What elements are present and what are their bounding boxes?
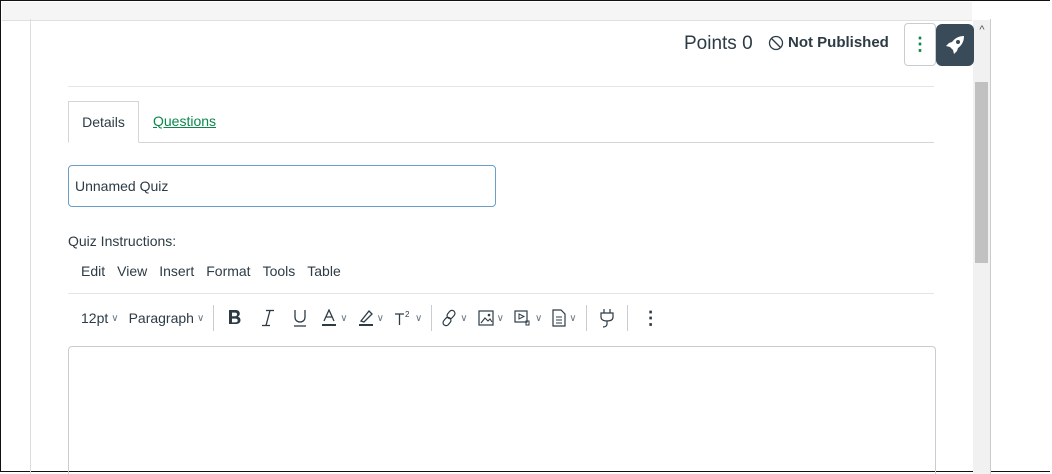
- menu-tools[interactable]: Tools: [263, 263, 296, 279]
- font-size-value: 12pt: [81, 310, 109, 326]
- more-toolbar-button[interactable]: ⋮: [632, 303, 670, 333]
- toolbar-separator: [431, 305, 433, 331]
- svg-text:2: 2: [405, 310, 410, 319]
- chevron-down-icon: ∨: [460, 312, 468, 324]
- editor-toolbar: 12pt ∨ Paragraph ∨ ∨ ∨ 2 ∨ ∨ ∨ ∨ ∨ ⋮: [81, 302, 670, 334]
- points-label: Points: [684, 33, 737, 54]
- menu-format[interactable]: Format: [206, 263, 250, 279]
- tab-questions[interactable]: Questions: [153, 101, 216, 141]
- media-button[interactable]: ∨: [509, 303, 547, 333]
- instructions-editor-area[interactable]: [68, 346, 936, 474]
- underline-button[interactable]: [284, 303, 316, 333]
- quiz-instructions-label: Quiz Instructions:: [68, 233, 177, 249]
- menu-table[interactable]: Table: [307, 263, 340, 279]
- rocket-icon: [943, 33, 967, 57]
- chevron-down-icon: ∨: [376, 312, 384, 324]
- menu-view[interactable]: View: [117, 263, 147, 279]
- highlight-button[interactable]: ∨: [353, 303, 389, 333]
- block-format-value: Paragraph: [128, 310, 194, 326]
- content-left-border: [30, 19, 31, 474]
- toolbar-separator: [213, 305, 215, 331]
- font-size-select[interactable]: 12pt ∨: [81, 303, 124, 333]
- quiz-title-input[interactable]: [68, 165, 496, 207]
- superscript-button[interactable]: 2 ∨: [389, 303, 427, 333]
- bold-button[interactable]: [218, 303, 252, 333]
- image-button[interactable]: ∨: [473, 303, 509, 333]
- link-icon: [441, 309, 457, 327]
- content-right-border: [990, 19, 991, 474]
- chevron-down-icon: ∨: [340, 312, 348, 324]
- image-icon: [478, 309, 494, 327]
- more-options-button[interactable]: ⋮: [904, 23, 936, 66]
- chevron-down-icon: ∨: [496, 312, 504, 324]
- text-color-button[interactable]: ∨: [316, 303, 352, 333]
- points-display: Points 0: [684, 33, 753, 55]
- quiz-tabs: Details Questions: [68, 101, 934, 143]
- points-value: 0: [742, 33, 753, 54]
- superscript-icon: 2: [394, 309, 412, 327]
- editor-menubar: Edit View Insert Format Tools Table: [81, 263, 341, 279]
- not-published-icon: [768, 35, 784, 51]
- menu-insert[interactable]: Insert: [159, 263, 194, 279]
- underline-icon: [293, 309, 307, 327]
- kebab-vertical-icon: ⋮: [911, 34, 929, 54]
- chevron-down-icon: ∨: [196, 312, 205, 324]
- more-icon: ⋮: [641, 307, 660, 328]
- italic-icon: [261, 309, 275, 327]
- text-color-icon: [321, 309, 337, 327]
- menubar-divider: [68, 293, 934, 294]
- toolbar-separator: [585, 305, 587, 331]
- chevron-down-icon: ∨: [414, 312, 423, 324]
- toolbar-separator: [626, 305, 628, 331]
- link-button[interactable]: ∨: [436, 303, 472, 333]
- scrollbar-thumb[interactable]: [975, 82, 988, 263]
- menu-edit[interactable]: Edit: [81, 263, 105, 279]
- document-button[interactable]: ∨: [547, 303, 581, 333]
- scroll-up-arrow-icon[interactable]: ^: [976, 24, 988, 36]
- highlight-icon: [358, 309, 374, 327]
- chevron-down-icon: ∨: [569, 312, 577, 324]
- top-strip: [2, 2, 972, 21]
- publish-status: Not Published: [768, 34, 889, 51]
- chevron-down-icon: ∨: [111, 312, 119, 324]
- chevron-down-icon: ∨: [534, 312, 543, 324]
- block-format-select[interactable]: Paragraph ∨: [124, 303, 210, 333]
- italic-button[interactable]: [252, 303, 284, 333]
- publish-status-label: Not Published: [788, 34, 889, 51]
- launcher-button[interactable]: [936, 24, 974, 66]
- plugin-icon: [599, 308, 615, 328]
- plugin-button[interactable]: [591, 303, 623, 333]
- header-divider: [68, 86, 934, 87]
- tab-details[interactable]: Details: [68, 101, 139, 143]
- bold-icon: [227, 309, 243, 327]
- media-icon: [514, 309, 532, 327]
- document-icon: [552, 309, 566, 327]
